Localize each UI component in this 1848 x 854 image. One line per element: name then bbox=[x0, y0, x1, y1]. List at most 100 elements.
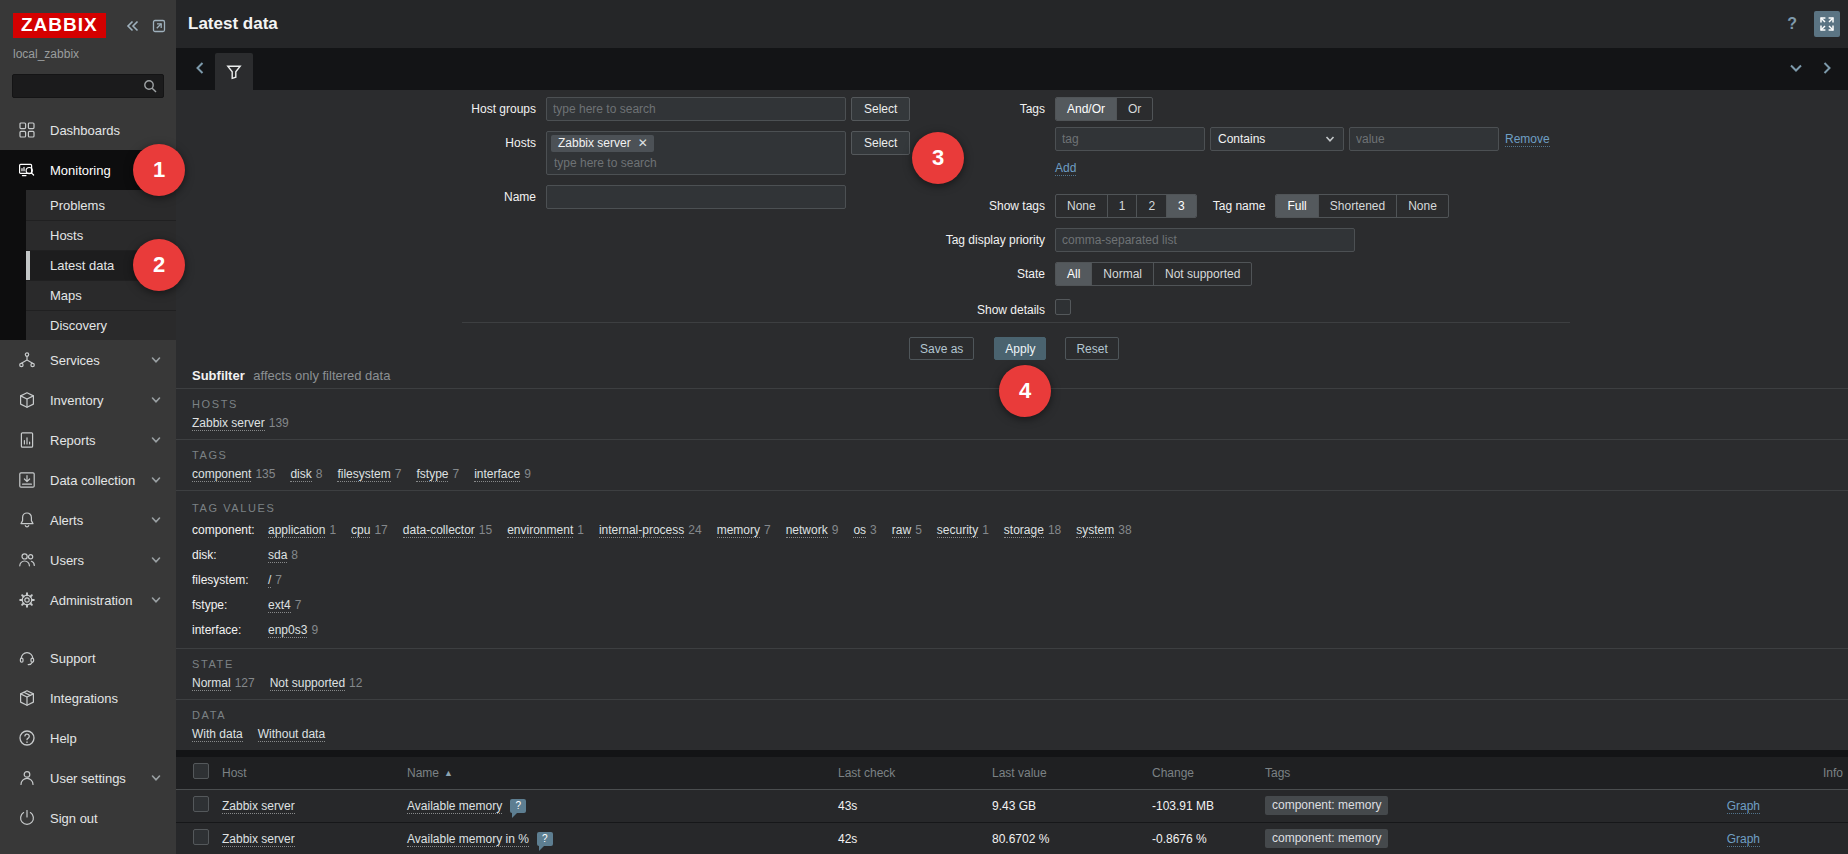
sidebar-item-administration[interactable]: Administration bbox=[0, 580, 176, 620]
tag-chip[interactable]: component: memory bbox=[1265, 829, 1388, 848]
collapse-sidebar-icon[interactable] bbox=[125, 18, 141, 34]
subfilter-link-application[interactable]: application bbox=[268, 523, 325, 538]
graph-link[interactable]: Graph bbox=[1727, 799, 1760, 814]
subfilter-link-data-collector[interactable]: data-collector bbox=[403, 523, 475, 538]
tag-value-input[interactable] bbox=[1349, 127, 1499, 151]
search-icon bbox=[142, 78, 158, 94]
subfilter-link-filesystem[interactable]: filesystem bbox=[337, 467, 390, 482]
subfilter-link--[interactable]: / bbox=[268, 573, 271, 588]
host-link[interactable]: Zabbix server bbox=[222, 799, 295, 814]
sidebar-item-support[interactable]: Support bbox=[0, 638, 176, 678]
subfilter-link-fstype[interactable]: fstype bbox=[416, 467, 448, 482]
sidebar-item-alerts[interactable]: Alerts bbox=[0, 500, 176, 540]
zabbix-logo[interactable]: ZABBIX bbox=[13, 13, 106, 38]
filter-tab[interactable] bbox=[215, 53, 253, 90]
sidebar-subitem-discovery[interactable]: Discovery bbox=[26, 310, 176, 340]
subfilter-link-with-data[interactable]: With data bbox=[192, 727, 243, 742]
state-option-not-supported[interactable]: Not supported bbox=[1153, 263, 1251, 285]
sidebar-item-dashboards[interactable]: Dashboards bbox=[0, 110, 176, 150]
state-option-normal[interactable]: Normal bbox=[1091, 263, 1153, 285]
subfilter-link-count: 135 bbox=[255, 467, 275, 481]
filter-left-column: Host groups Select Hosts Zabbix server ✕ bbox=[176, 97, 910, 219]
collapse-filter-chevron-icon[interactable] bbox=[1788, 60, 1804, 76]
tag-name-option-none[interactable]: None bbox=[1396, 195, 1448, 217]
row-checkbox[interactable] bbox=[193, 796, 209, 812]
subfilter-link-disk[interactable]: disk bbox=[290, 467, 311, 482]
kiosk-mode-icon[interactable] bbox=[1814, 11, 1840, 37]
show-tags-option-1[interactable]: 1 bbox=[1107, 195, 1137, 217]
sidebar-item-help[interactable]: Help bbox=[0, 718, 176, 758]
show-details-checkbox[interactable] bbox=[1055, 299, 1071, 315]
graph-link[interactable]: Graph bbox=[1727, 832, 1760, 847]
tag-name-input[interactable] bbox=[1055, 127, 1205, 151]
state-option-all[interactable]: All bbox=[1056, 263, 1091, 285]
subfilter-link-not-supported[interactable]: Not supported bbox=[270, 676, 345, 691]
show-tags-option-2[interactable]: 2 bbox=[1136, 195, 1166, 217]
subfilter-link-internal-process[interactable]: internal-process bbox=[599, 523, 684, 538]
subfilter-link-storage[interactable]: storage bbox=[1004, 523, 1044, 538]
sidebar-item-reports[interactable]: Reports bbox=[0, 420, 176, 460]
item-description-hint-icon[interactable]: ? bbox=[537, 832, 553, 846]
subfilter-link-component[interactable]: component bbox=[192, 467, 251, 482]
save-as-button[interactable]: Save as bbox=[909, 337, 974, 360]
cell-info bbox=[1765, 822, 1848, 854]
tag-operator-select[interactable]: Contains bbox=[1210, 127, 1344, 151]
table-sort-host[interactable]: Host bbox=[222, 766, 247, 780]
tag-name-option-full[interactable]: Full bbox=[1276, 195, 1317, 217]
sidebar-item-data-collection[interactable]: Data collection bbox=[0, 460, 176, 500]
sidebar-item-user-settings[interactable]: User settings bbox=[0, 758, 176, 798]
subfilter-link-os[interactable]: os bbox=[853, 523, 866, 538]
show-tags-option-none[interactable]: None bbox=[1056, 195, 1107, 217]
subfilter-link-system[interactable]: system bbox=[1076, 523, 1114, 538]
subfilter-link-ext4[interactable]: ext4 bbox=[268, 598, 291, 613]
sidebar-item-users[interactable]: Users bbox=[0, 540, 176, 580]
host-link[interactable]: Zabbix server bbox=[222, 832, 295, 847]
show-tags-option-3[interactable]: 3 bbox=[1166, 195, 1196, 217]
back-arrow-icon[interactable] bbox=[193, 60, 207, 76]
subfilter-link-normal[interactable]: Normal bbox=[192, 676, 231, 691]
subfilter-link-zabbix-server[interactable]: Zabbix server bbox=[192, 416, 265, 431]
subfilter-link-security[interactable]: security bbox=[937, 523, 978, 538]
help-question-icon[interactable]: ? bbox=[1784, 15, 1800, 33]
next-arrow-icon[interactable] bbox=[1820, 60, 1834, 76]
name-input[interactable] bbox=[546, 185, 846, 209]
subfilter-link-environment[interactable]: environment bbox=[507, 523, 573, 538]
tag-remove-link[interactable]: Remove bbox=[1505, 132, 1550, 147]
subfilter-link-count: 7 bbox=[452, 467, 459, 481]
host-chip-remove-icon[interactable]: ✕ bbox=[638, 137, 648, 149]
subfilter-link-without-data[interactable]: Without data bbox=[258, 727, 325, 742]
sidebar-footer-menu: SupportIntegrationsHelpUser settingsSign… bbox=[0, 638, 176, 838]
subfilter-link-enp0s3[interactable]: enp0s3 bbox=[268, 623, 307, 638]
sidebar-item-integrations[interactable]: Integrations bbox=[0, 678, 176, 718]
tags-operator-option-and-or[interactable]: And/Or bbox=[1056, 98, 1116, 120]
cell-host: Zabbix server bbox=[217, 789, 402, 822]
tag-add-link[interactable]: Add bbox=[1055, 161, 1076, 176]
subfilter-link-memory[interactable]: memory bbox=[717, 523, 760, 538]
reset-button[interactable]: Reset bbox=[1065, 337, 1118, 360]
subfilter-link-network[interactable]: network bbox=[786, 523, 828, 538]
tag-display-priority-input[interactable] bbox=[1055, 228, 1355, 252]
apply-button[interactable]: Apply bbox=[994, 337, 1046, 360]
subfilter-row: With data Without data bbox=[192, 727, 1832, 741]
sidebar-item-sign-out[interactable]: Sign out bbox=[0, 798, 176, 838]
tag-chip[interactable]: component: memory bbox=[1265, 796, 1388, 815]
tag-name-option-shortened[interactable]: Shortened bbox=[1318, 195, 1396, 217]
item-name-link[interactable]: Available memory in % bbox=[407, 832, 529, 847]
hosts-multiselect[interactable]: Zabbix server ✕ bbox=[546, 131, 846, 175]
sidebar-item-inventory[interactable]: Inventory bbox=[0, 380, 176, 420]
subfilter-link-cpu[interactable]: cpu bbox=[351, 523, 370, 538]
host-groups-input[interactable] bbox=[546, 97, 846, 121]
subfilter-link-count: 7 bbox=[275, 573, 282, 587]
table-sort-name[interactable]: Name bbox=[407, 766, 439, 780]
subfilter-link-raw[interactable]: raw bbox=[892, 523, 911, 538]
hide-sidebar-icon[interactable] bbox=[151, 18, 167, 34]
subfilter-link-interface[interactable]: interface bbox=[474, 467, 520, 482]
row-checkbox[interactable] bbox=[193, 829, 209, 845]
item-name-link[interactable]: Available memory bbox=[407, 799, 502, 814]
hosts-search-input[interactable] bbox=[551, 156, 835, 170]
subfilter-link-sda[interactable]: sda bbox=[268, 548, 287, 563]
sidebar-item-services[interactable]: Services bbox=[0, 340, 176, 380]
select-all-checkbox[interactable] bbox=[193, 763, 209, 779]
item-description-hint-icon[interactable]: ? bbox=[510, 799, 526, 813]
tags-operator-option-or[interactable]: Or bbox=[1116, 98, 1152, 120]
